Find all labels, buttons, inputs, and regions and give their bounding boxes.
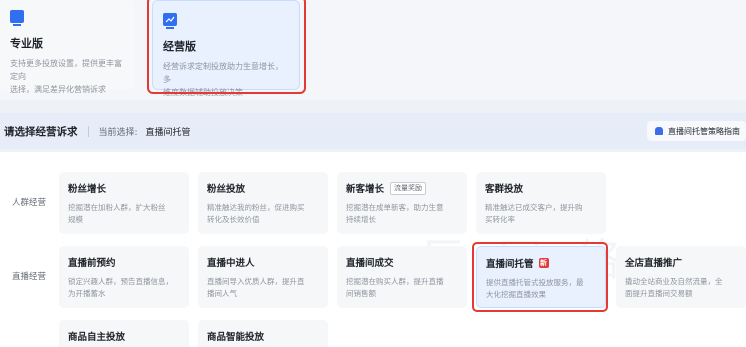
goal-card-store-live-promo[interactable]: 全店直播推广 撬动全站商业及自然流量，全 面提升直播间交易额 (616, 246, 746, 308)
card-title: 商品智能投放 (207, 329, 319, 343)
card-title: 全店直播推广 (625, 255, 737, 269)
card-desc-line: 买转化率 (485, 215, 515, 224)
card-desc-line: 挖掘潜在成单新客，助力生意 (346, 203, 444, 212)
edition-desc-line: 选择，满足差异化营销诉求 (10, 85, 106, 94)
goal-card-fan-growth[interactable]: 粉丝增长 挖掘潜在加粉人群，扩大粉丝 规模 (59, 172, 189, 234)
card-desc-line: 精准触达我的粉丝，促进购买 (207, 203, 305, 212)
highlight-box (472, 242, 608, 312)
current-selection-value: 直播间托管 (145, 127, 191, 138)
goal-options-panel: 巨 网 络 人群经营 粉丝增长 挖掘潜在加粉人群，扩大粉丝规模 粉丝投放 精准触… (0, 152, 746, 347)
card-desc-line: 面提升直播间交易额 (625, 289, 693, 298)
goal-title: 请选择经营诉求 (4, 125, 78, 138)
card-title-text: 新客增长 (346, 184, 385, 195)
card-title-text: 全店直播推广 (625, 258, 683, 269)
card-title: 商品自主投放 (68, 329, 180, 343)
current-selection-label: 当前选择: (98, 127, 138, 138)
goal-card-new-customer[interactable]: 新客增长 流量奖励 挖掘潜在成单新客，助力生意 持续增长 (337, 172, 467, 234)
card-desc-line: 为开播蓄水 (68, 289, 106, 298)
card-title-text: 客群投放 (485, 184, 524, 195)
edition-strip: 专业版 支持更多投放设置，提供更丰富定向 选择，满足差异化营销诉求 经营版 经营… (0, 0, 746, 100)
goal-header: 请选择经营诉求 当前选择: 直播间托管 直播间托管策略指南 (0, 113, 746, 149)
goal-card-pre-live-booking[interactable]: 直播前预约 锁定兴趣人群，预告直播信息， 为开播蓄水 (59, 246, 189, 308)
card-desc: 精准触达我的粉丝，促进购买 转化及长效价值 (207, 202, 319, 226)
card-title: 直播中进人 (207, 255, 319, 269)
goal-card-live-traffic[interactable]: 直播中进人 直播间导入优质人群，提升直 播间人气 (198, 246, 328, 308)
highlight-box (147, 0, 306, 94)
card-desc: 直播间导入优质人群，提升直 播间人气 (207, 276, 319, 300)
card-title-text: 直播中进人 (207, 258, 255, 269)
card-title-text: 商品智能投放 (207, 332, 265, 343)
card-desc: 锁定兴趣人群，预告直播信息， 为开播蓄水 (68, 276, 180, 300)
edition-icon (10, 10, 24, 26)
card-title-text: 直播前预约 (68, 258, 116, 269)
card-desc-line: 锁定兴趣人群，预告直播信息， (68, 277, 173, 286)
card-title-text: 粉丝增长 (68, 184, 107, 195)
card-desc-line: 间销售额 (346, 289, 376, 298)
card-desc-line: 撬动全站商业及自然流量，全 (625, 277, 723, 286)
card-desc: 挖掘潜在购买人群，提升直播 间销售额 (346, 276, 458, 300)
strategy-guide-button[interactable]: 直播间托管策略指南 (647, 121, 746, 141)
edition-desc: 支持更多投放设置，提供更丰富定向 选择，满足差异化营销诉求 (10, 57, 124, 96)
strategy-guide-label: 直播间托管策略指南 (668, 126, 740, 136)
card-title: 粉丝投放 (207, 181, 319, 195)
goal-card-customer-group[interactable]: 客群投放 精准触达已成交客户，提升购 买转化率 (476, 172, 606, 234)
divider (87, 125, 89, 137)
edition-title: 专业版 (10, 37, 43, 50)
card-desc-line: 直播间导入优质人群，提升直 (207, 277, 305, 286)
goal-card-fan-delivery[interactable]: 粉丝投放 精准触达我的粉丝，促进购买 转化及长效价值 (198, 172, 328, 234)
traffic-reward-tag: 流量奖励 (390, 181, 427, 195)
card-title: 新客增长 流量奖励 (346, 181, 458, 195)
edition-card-pro[interactable]: 专业版 支持更多投放设置，提供更丰富定向 选择，满足差异化营销诉求 (0, 0, 134, 94)
card-desc: 精准触达已成交客户，提升购 买转化率 (485, 202, 597, 226)
card-title-text: 商品自主投放 (68, 332, 126, 343)
card-title: 直播前预约 (68, 255, 180, 269)
goal-card-product-smart[interactable]: 商品智能投放 (198, 320, 328, 347)
row-label-live: 直播经营 (12, 272, 47, 282)
card-desc-line: 播间人气 (207, 289, 237, 298)
card-title: 客群投放 (485, 181, 597, 195)
row-label-crowd: 人群经营 (12, 198, 47, 208)
card-desc: 挖掘潜在成单新客，助力生意 持续增长 (346, 202, 458, 226)
bell-icon (655, 127, 663, 135)
card-desc-line: 精准触达已成交客户，提升购 (485, 203, 583, 212)
card-desc-line: 挖掘潜在加粉人群，扩大粉丝 (68, 203, 166, 212)
card-title-text: 直播间成交 (346, 258, 394, 269)
card-desc-line: 转化及长效价值 (207, 215, 260, 224)
card-title: 直播间成交 (346, 255, 458, 269)
card-title: 粉丝增长 (68, 181, 180, 195)
card-desc: 挖掘潜在加粉人群，扩大粉丝 规模 (68, 202, 180, 226)
card-desc-line: 挖掘潜在购买人群，提升直播 (346, 277, 444, 286)
goal-card-product-self[interactable]: 商品自主投放 (59, 320, 189, 347)
card-desc-line: 持续增长 (346, 215, 376, 224)
card-title-text: 粉丝投放 (207, 184, 246, 195)
edition-desc-line: 支持更多投放设置，提供更丰富定向 (10, 59, 122, 81)
card-desc-line: 规模 (68, 215, 83, 224)
goal-card-live-conversion[interactable]: 直播间成交 挖掘潜在购买人群，提升直播 间销售额 (337, 246, 467, 308)
card-desc: 撬动全站商业及自然流量，全 面提升直播间交易额 (625, 276, 737, 300)
